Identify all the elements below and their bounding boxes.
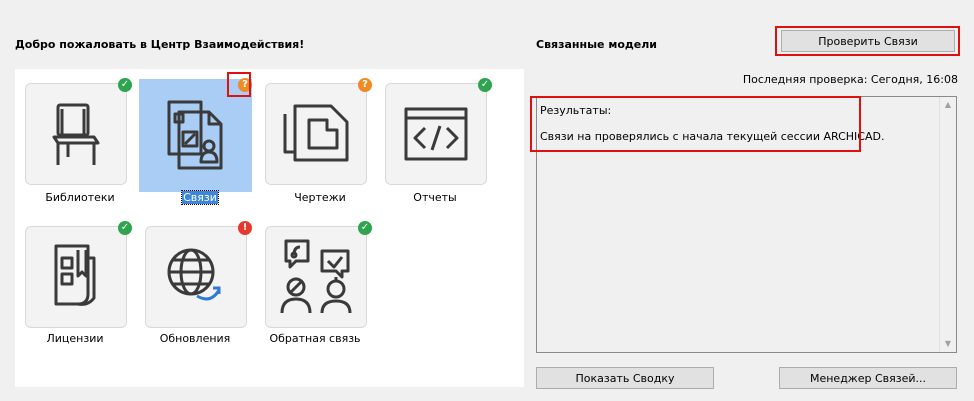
status-ok-icon: ✓ — [358, 221, 372, 235]
annotation-frame — [227, 72, 251, 97]
feedback-icon — [280, 239, 352, 314]
tile-reports[interactable]: ✓ — [385, 78, 497, 195]
tile-libraries-box[interactable] — [25, 83, 127, 185]
code-icon — [404, 107, 468, 161]
tile-feedback[interactable]: ✓ — [265, 221, 377, 338]
tile-links-label-text: Связи — [181, 190, 219, 205]
status-error-icon: ! — [238, 221, 252, 235]
globe-update-icon — [167, 248, 221, 301]
tile-drawings-box[interactable] — [265, 83, 367, 185]
show-summary-button[interactable]: Показать Сводку — [536, 367, 714, 389]
scroll-up-icon[interactable]: ▲ — [940, 97, 956, 113]
last-check-text: Последняя проверка: Сегодня, 16:08 — [742, 73, 958, 86]
links-manager-button[interactable]: Менеджер Связей... — [779, 367, 957, 389]
tile-licenses-box[interactable] — [25, 226, 127, 328]
welcome-tiles-panel: ✓ Библиотеки ? Связи ? Чертежи ✓ Отчеты … — [15, 69, 524, 387]
check-links-button[interactable]: Проверить Связи — [781, 30, 955, 52]
linked-models-title: Связанные модели — [536, 38, 658, 51]
tile-feedback-box[interactable] — [265, 226, 367, 328]
annotation-frame — [530, 96, 861, 152]
tile-updates[interactable]: ! — [145, 221, 257, 338]
results-scrollbar[interactable]: ▲ ▼ — [939, 97, 956, 352]
tile-reports-box[interactable] — [385, 83, 487, 185]
status-ok-icon: ✓ — [118, 78, 132, 92]
tile-reports-label[interactable]: Отчеты — [355, 191, 515, 204]
status-ok-icon: ✓ — [118, 221, 132, 235]
chair-icon — [52, 103, 100, 165]
tile-drawings[interactable]: ? — [265, 78, 377, 195]
scroll-down-icon[interactable]: ▼ — [940, 336, 956, 352]
tile-libraries[interactable]: ✓ — [25, 78, 137, 195]
tile-links-box[interactable] — [145, 83, 247, 185]
tile-licenses[interactable]: ✓ — [25, 221, 137, 338]
left-panel-title: Добро пожаловать в Центр Взаимодействия! — [15, 38, 305, 51]
tile-updates-box[interactable] — [145, 226, 247, 328]
documents-icon — [167, 100, 223, 170]
drawing-icon — [283, 104, 349, 162]
tile-links[interactable]: ? — [139, 78, 257, 195]
license-icon — [54, 244, 96, 306]
status-question-icon: ? — [358, 78, 372, 92]
status-ok-icon: ✓ — [478, 78, 492, 92]
tile-feedback-label[interactable]: Обратная связь — [235, 332, 395, 345]
